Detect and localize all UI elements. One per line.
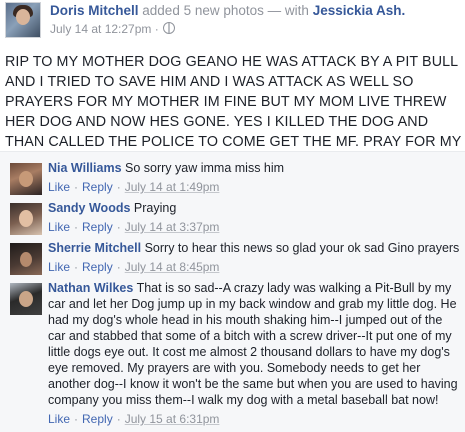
avatar-face <box>19 210 33 227</box>
avatar-face <box>19 171 33 187</box>
comment-body: Nathan Wilkes That is so sad--A crazy la… <box>48 280 460 427</box>
comment-actions: Like · Reply · July 14 at 1:49pm <box>48 180 220 194</box>
comment-text: Sorry to hear this news so glad your ok … <box>144 241 460 255</box>
post-header: Doris Mitchell added 5 new photos — with… <box>0 0 465 38</box>
post-author-link[interactable]: Doris Mitchell <box>50 3 139 18</box>
comment-timestamp[interactable]: July 15 at 6:31pm <box>125 412 220 426</box>
comment-actions: Like · Reply · July 14 at 3:37pm <box>48 220 220 234</box>
post-header-line: Doris Mitchell added 5 new photos — with… <box>50 3 405 18</box>
comment-timestamp[interactable]: July 14 at 8:45pm <box>125 260 220 274</box>
comment-timestamp[interactable]: July 14 at 1:49pm <box>125 180 220 194</box>
comment-actions: Like · Reply · July 15 at 6:31pm <box>48 412 220 426</box>
globe-icon[interactable] <box>162 22 175 34</box>
avatar[interactable] <box>10 163 42 195</box>
comment-author-link[interactable]: Nia Williams <box>48 161 122 175</box>
post-with-label: with <box>284 3 309 18</box>
comment-author-link[interactable]: Nathan Wilkes <box>48 281 133 295</box>
avatar[interactable] <box>10 203 42 235</box>
comment-actions: Like · Reply · July 14 at 8:45pm <box>48 260 220 274</box>
avatar[interactable] <box>10 283 42 315</box>
comment-text: That is so sad--A crazy lady was walking… <box>48 281 458 407</box>
avatar[interactable] <box>5 2 41 38</box>
like-link[interactable]: Like <box>48 260 70 274</box>
avatar-face <box>19 291 33 307</box>
reply-link[interactable]: Reply <box>82 180 113 194</box>
tagged-person-link[interactable]: Jessickia Ash. <box>313 3 406 18</box>
comment-body: Nia Williams So sorry yaw imma miss him … <box>48 160 460 195</box>
avatar-face <box>20 252 32 267</box>
comments-section: Nia Williams So sorry yaw imma miss him … <box>0 152 465 432</box>
avatar-face <box>16 9 30 25</box>
avatar[interactable] <box>10 243 42 275</box>
comment-author-link[interactable]: Sherrie Mitchell <box>48 241 141 255</box>
post-meta: July 14 at 12:27pm · <box>50 22 175 36</box>
comment-body: Sherrie Mitchell Sorry to hear this news… <box>48 240 460 275</box>
comment-timestamp[interactable]: July 14 at 3:37pm <box>125 220 220 234</box>
like-link[interactable]: Like <box>48 220 70 234</box>
comment-body: Sandy Woods Praying Like · Reply · July 14 a… <box>48 200 460 235</box>
comment-author-link[interactable]: Sandy Woods <box>48 201 130 215</box>
comment-text: Praying <box>133 201 177 215</box>
reply-link[interactable]: Reply <box>82 260 113 274</box>
post-action-text: added 5 new photos — <box>142 3 282 18</box>
comment-text: So sorry yaw imma miss him <box>125 161 285 175</box>
like-link[interactable]: Like <box>48 180 70 194</box>
reply-link[interactable]: Reply <box>82 412 113 426</box>
reply-link[interactable]: Reply <box>82 220 113 234</box>
like-link[interactable]: Like <box>48 412 70 426</box>
post-timestamp[interactable]: July 14 at 12:27pm · <box>50 22 159 36</box>
